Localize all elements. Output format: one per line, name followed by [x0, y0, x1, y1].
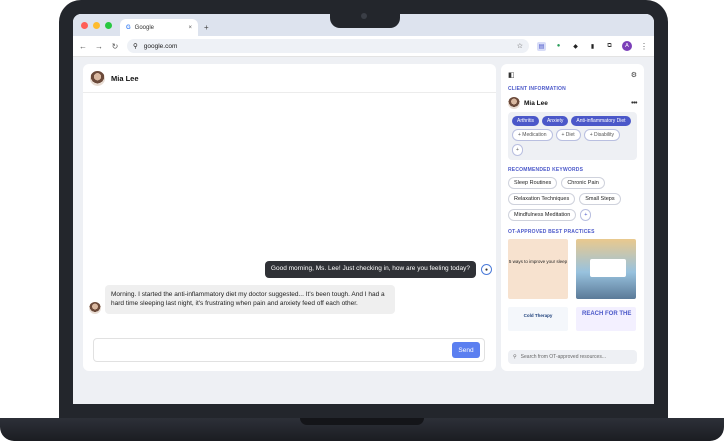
- resource-card-title: Cold Therapy: [523, 313, 553, 318]
- tag-add-medication[interactable]: + Medication: [512, 129, 553, 141]
- client-avatar: [89, 301, 101, 314]
- chat-panel: Mia Lee Good morning, Ms. Lee! Just chec…: [83, 64, 496, 371]
- address-bar[interactable]: ⚲ google.com ☆: [127, 39, 529, 53]
- client-side-panel: ◧ ⚙ CLIENT INFORMATION Mia Lee ••• Arthr…: [501, 64, 644, 371]
- chat-contact-name: Mia Lee: [111, 73, 139, 83]
- card-illustration: [590, 259, 626, 277]
- extension-book-icon[interactable]: ▮: [588, 42, 597, 51]
- client-tags: Arthritis Anxiety Anti-inflammatory Diet…: [508, 112, 637, 160]
- minimize-window-button[interactable]: [93, 21, 100, 29]
- chat-header: Mia Lee: [83, 64, 496, 93]
- browser-menu-icon[interactable]: ⋮: [640, 42, 648, 51]
- add-tag-button[interactable]: +: [512, 144, 523, 156]
- maximize-window-button[interactable]: [105, 21, 112, 29]
- tag-anti-inflammatory-diet[interactable]: Anti-inflammatory Diet: [571, 116, 631, 126]
- keyword-list: Sleep Routines Chronic Pain Relaxation T…: [501, 173, 644, 225]
- side-panel-toolbar: ◧ ⚙: [501, 64, 644, 86]
- extensions-puzzle-icon[interactable]: ⧉: [605, 42, 614, 51]
- client-row: Mia Lee •••: [501, 92, 644, 112]
- keyword-chip[interactable]: Sleep Routines: [508, 177, 558, 189]
- resource-search[interactable]: ⚲ Search from OT-approved resources...: [508, 350, 637, 364]
- reload-icon[interactable]: ↻: [111, 42, 119, 51]
- resource-card[interactable]: 5 ways to improve your sleep: [508, 239, 568, 299]
- site-settings-icon[interactable]: ⚲: [133, 42, 138, 50]
- laptop-base-notch: [300, 418, 424, 425]
- message-composer: Send: [93, 338, 485, 362]
- panel-toggle-icon[interactable]: ◧: [508, 71, 515, 79]
- search-placeholder: Search from OT-approved resources...: [520, 354, 606, 360]
- tag-anxiety[interactable]: Anxiety: [541, 116, 569, 126]
- bookmark-star-icon[interactable]: ☆: [517, 42, 523, 50]
- resource-cards: 5 ways to improve your sleep Cold Therap…: [501, 235, 644, 335]
- add-keyword-button[interactable]: +: [580, 209, 592, 221]
- incoming-message: Morning. I started the anti-inflammatory…: [105, 285, 395, 314]
- new-tab-button[interactable]: +: [198, 19, 215, 36]
- back-icon[interactable]: ←: [79, 42, 87, 51]
- keyword-chip[interactable]: Relaxation Techniques: [508, 193, 576, 205]
- forward-icon[interactable]: →: [95, 42, 103, 51]
- keyword-chip[interactable]: Mindfulness Meditation: [508, 209, 577, 221]
- resource-card-title: REACH FOR THE: [582, 311, 632, 317]
- resource-card[interactable]: REACH FOR THE: [576, 307, 636, 331]
- extension-dark-icon[interactable]: ◆: [571, 42, 580, 51]
- profile-avatar[interactable]: A: [622, 41, 632, 51]
- extension-green-icon[interactable]: ●: [554, 42, 563, 51]
- resource-card[interactable]: [576, 239, 636, 299]
- tag-arthritis[interactable]: Arthritis: [512, 116, 539, 126]
- tag-add-diet[interactable]: + Diet: [555, 129, 581, 141]
- close-window-button[interactable]: [81, 21, 88, 29]
- browser-toolbar: ← → ↻ ⚲ google.com ☆ ▤ ● ◆ ▮ ⧉ A ⋮: [73, 36, 654, 57]
- send-button[interactable]: Send: [452, 342, 480, 358]
- laptop-screen: G Google × + ← → ↻ ⚲ google.com ☆ ▤ ● ◆ …: [73, 14, 654, 404]
- extension-active-icon[interactable]: ▤: [537, 41, 546, 51]
- google-favicon-icon: G: [126, 24, 131, 31]
- tag-add-disability[interactable]: + Disability: [583, 129, 621, 141]
- keyword-chip[interactable]: Small Steps: [579, 193, 621, 205]
- tab-close-icon[interactable]: ×: [188, 25, 192, 31]
- tab-title: Google: [134, 24, 155, 31]
- client-name: Mia Lee: [524, 99, 548, 107]
- browser-tab[interactable]: G Google ×: [120, 19, 198, 36]
- search-icon: ⚲: [513, 354, 517, 360]
- url-text: google.com: [143, 42, 178, 50]
- outgoing-message: Good morning, Ms. Lee! Just checking in,…: [264, 261, 476, 278]
- more-options-icon[interactable]: •••: [631, 100, 637, 107]
- settings-gear-icon[interactable]: ⚙: [631, 71, 637, 79]
- resource-card-title: 5 ways to improve your sleep: [508, 259, 568, 264]
- app-area: Mia Lee Good morning, Ms. Lee! Just chec…: [73, 57, 654, 404]
- incoming-message-row: Morning. I started the anti-inflammatory…: [89, 285, 395, 314]
- window-controls: [73, 14, 120, 36]
- client-avatar: [508, 97, 520, 109]
- client-avatar: [90, 70, 105, 86]
- camera-icon: [361, 13, 367, 19]
- assistant-icon: ●: [481, 264, 492, 275]
- message-input[interactable]: [98, 343, 448, 357]
- resource-card[interactable]: Cold Therapy: [508, 307, 568, 331]
- keyword-chip[interactable]: Chronic Pain: [561, 177, 605, 189]
